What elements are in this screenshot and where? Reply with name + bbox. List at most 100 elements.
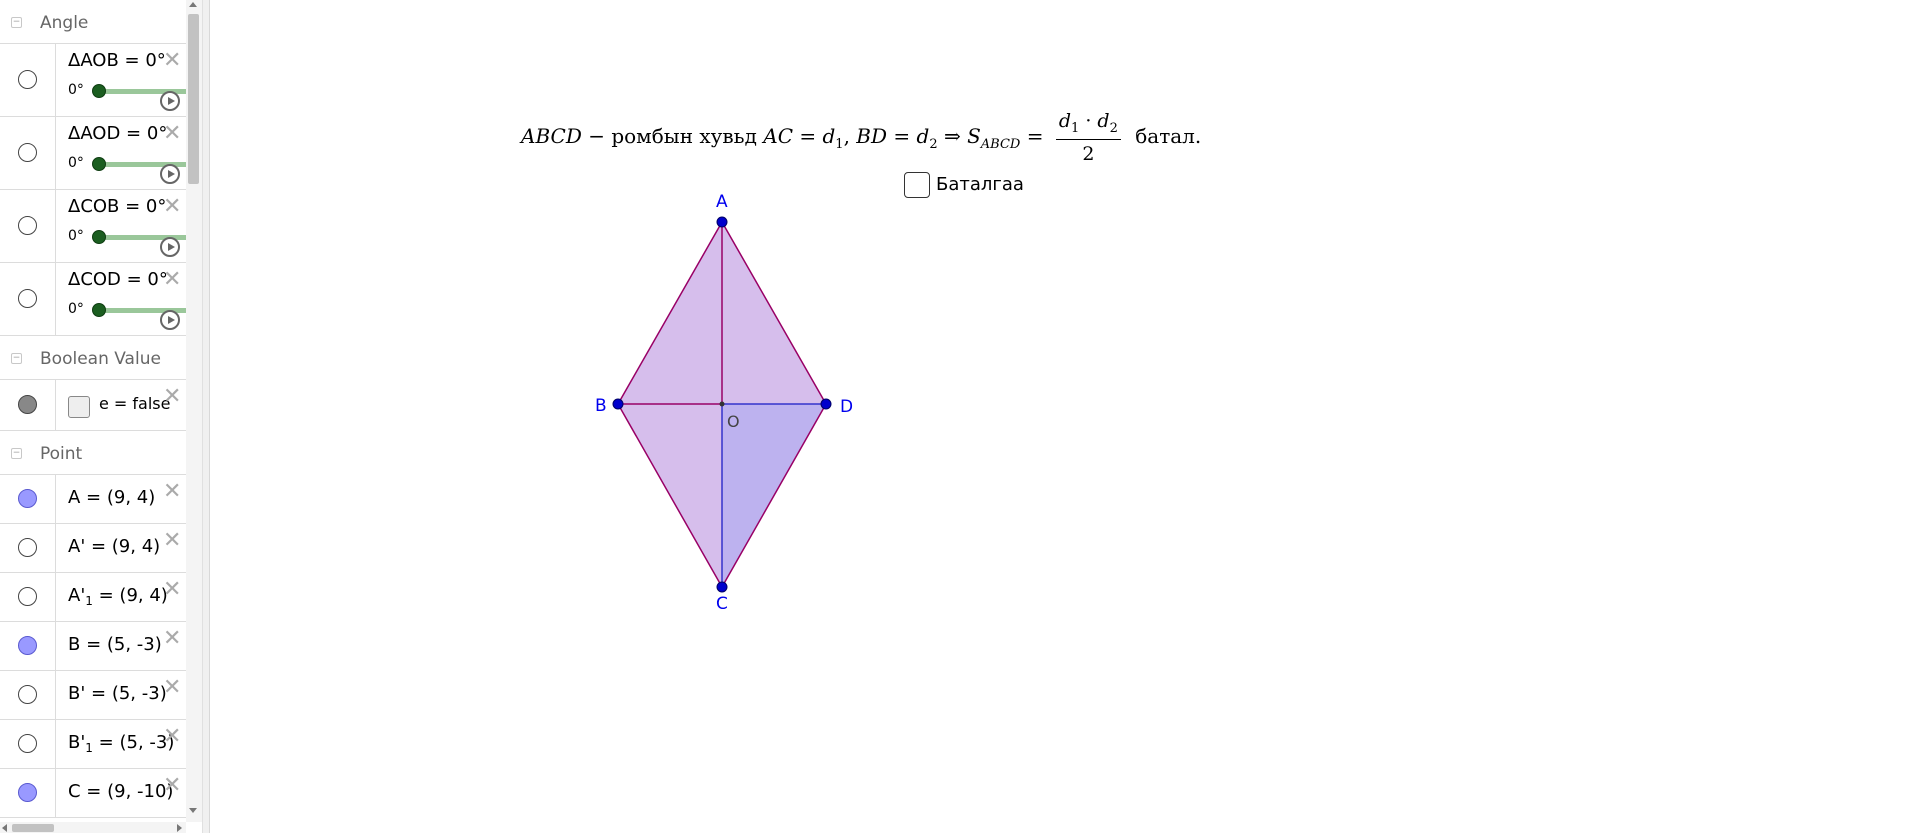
category-label: Boolean Value: [40, 349, 161, 369]
point-b-label: B: [595, 396, 607, 416]
point-d[interactable]: [820, 398, 832, 410]
visibility-toggle-icon[interactable]: [18, 636, 37, 655]
boolean-checkbox[interactable]: [68, 396, 90, 418]
visibility-toggle-icon[interactable]: [18, 395, 37, 414]
delete-icon[interactable]: ✕: [163, 530, 181, 552]
visibility-toggle-icon[interactable]: [18, 587, 37, 606]
algebra-item-point-b[interactable]: B = (5, -3) ✕: [0, 622, 186, 671]
slider-value: 0°: [68, 155, 84, 171]
slider-handle[interactable]: [92, 157, 106, 171]
visibility-toggle-icon[interactable]: [18, 783, 37, 802]
visibility-toggle-icon[interactable]: [18, 70, 37, 89]
point-c-label: C: [716, 594, 728, 614]
play-animation-icon[interactable]: [160, 91, 180, 111]
delete-icon[interactable]: ✕: [163, 269, 181, 291]
play-animation-icon[interactable]: [160, 237, 180, 257]
point-o-label: O: [727, 412, 740, 431]
point-b[interactable]: [612, 398, 624, 410]
delete-icon[interactable]: ✕: [163, 579, 181, 601]
marble-cell: [0, 380, 56, 430]
collapse-icon[interactable]: −: [11, 353, 22, 364]
delete-icon[interactable]: ✕: [163, 775, 181, 797]
delete-icon[interactable]: ✕: [163, 50, 181, 72]
scrollbar-thumb[interactable]: [12, 824, 54, 832]
collapse-icon[interactable]: −: [11, 448, 22, 459]
vertical-scrollbar[interactable]: [186, 0, 202, 822]
algebra-item-angle-cod[interactable]: ΔCOD = 0° ✕ 0°: [0, 263, 186, 336]
point-a[interactable]: [716, 216, 728, 228]
point-o[interactable]: [719, 401, 725, 407]
slider-value: 0°: [68, 228, 84, 244]
algebra-item-point-a-prime-1[interactable]: A'1 = (9, 4) ✕: [0, 573, 186, 622]
category-point[interactable]: − Point: [0, 431, 186, 475]
visibility-toggle-icon[interactable]: [18, 216, 37, 235]
algebra-item-point-a[interactable]: A = (9, 4) ✕: [0, 475, 186, 524]
horizontal-scrollbar[interactable]: [0, 822, 186, 833]
item-definition[interactable]: ΔAOB = 0°: [68, 50, 166, 71]
point-name: B': [68, 732, 86, 753]
visibility-toggle-icon[interactable]: [18, 289, 37, 308]
item-definition[interactable]: A' = (9, 4): [68, 536, 160, 557]
delete-icon[interactable]: ✕: [163, 677, 181, 699]
algebra-item-angle-aod[interactable]: ΔAOD = 0° ✕ 0°: [0, 117, 186, 190]
marble-cell: [0, 769, 56, 817]
category-angle[interactable]: − Angle: [0, 0, 186, 44]
algebra-item-point-b-prime[interactable]: B' = (5, -3) ✕: [0, 671, 186, 720]
category-label: Point: [40, 444, 83, 464]
collapse-icon[interactable]: −: [11, 17, 22, 28]
delete-icon[interactable]: ✕: [163, 123, 181, 145]
item-definition[interactable]: A'1 = (9, 4): [68, 585, 168, 608]
slider-value: 0°: [68, 82, 84, 98]
geogebra-app: − Angle ΔAOB = 0° ✕ 0° ΔAOD = 0° ✕ 0° ΔC…: [0, 0, 1906, 833]
play-animation-icon[interactable]: [160, 310, 180, 330]
category-boolean[interactable]: − Boolean Value: [0, 336, 186, 380]
visibility-toggle-icon[interactable]: [18, 143, 37, 162]
scroll-down-icon[interactable]: [189, 808, 197, 813]
delete-icon[interactable]: ✕: [163, 481, 181, 503]
algebra-item-point-b-prime-1[interactable]: B'1 = (5, -3) ✕: [0, 720, 186, 769]
item-definition[interactable]: B'1 = (5, -3): [68, 732, 174, 755]
delete-icon[interactable]: ✕: [163, 386, 181, 408]
play-animation-icon[interactable]: [160, 164, 180, 184]
point-c[interactable]: [716, 581, 728, 593]
slider-handle[interactable]: [92, 84, 106, 98]
scroll-up-icon[interactable]: [189, 2, 197, 7]
item-definition[interactable]: B' = (5, -3): [68, 683, 167, 704]
algebra-item-boolean-e[interactable]: e = false ✕: [0, 380, 186, 431]
slider-handle[interactable]: [92, 230, 106, 244]
view-divider[interactable]: [202, 0, 210, 833]
marble-cell: [0, 573, 56, 621]
item-definition[interactable]: B = (5, -3): [68, 634, 162, 655]
item-definition[interactable]: C = (9, -10): [68, 781, 173, 802]
point-value: = (9, 4): [92, 585, 168, 606]
algebra-list: − Angle ΔAOB = 0° ✕ 0° ΔAOD = 0° ✕ 0° ΔC…: [0, 0, 186, 822]
delete-icon[interactable]: ✕: [163, 196, 181, 218]
scrollbar-thumb[interactable]: [188, 14, 199, 184]
item-definition[interactable]: ΔCOB = 0°: [68, 196, 166, 217]
point-subscript: 1: [85, 741, 93, 755]
algebra-item-angle-aob[interactable]: ΔAOB = 0° ✕ 0°: [0, 44, 186, 117]
marble-cell: [0, 190, 56, 262]
item-definition[interactable]: ΔCOD = 0°: [68, 269, 168, 290]
algebra-item-angle-cob[interactable]: ΔCOB = 0° ✕ 0°: [0, 190, 186, 263]
marble-cell: [0, 671, 56, 719]
point-d-label: D: [840, 397, 853, 417]
visibility-toggle-icon[interactable]: [18, 685, 37, 704]
item-definition[interactable]: A = (9, 4): [68, 487, 155, 508]
scroll-left-icon[interactable]: [2, 824, 7, 832]
item-definition[interactable]: e = false: [99, 394, 170, 413]
marble-cell: [0, 44, 56, 116]
visibility-toggle-icon[interactable]: [18, 538, 37, 557]
slider-handle[interactable]: [92, 303, 106, 317]
slider-value: 0°: [68, 301, 84, 317]
algebra-item-point-a-prime[interactable]: A' = (9, 4) ✕: [0, 524, 186, 573]
graphics-view[interactable]: ABCD − ромбын хувьд AC = d1, BD = d2 ⇒ S…: [210, 0, 1906, 833]
algebra-item-point-c[interactable]: C = (9, -10) ✕: [0, 769, 186, 818]
delete-icon[interactable]: ✕: [163, 628, 181, 650]
visibility-toggle-icon[interactable]: [18, 734, 37, 753]
marble-cell: [0, 524, 56, 572]
item-definition[interactable]: ΔAOD = 0°: [68, 123, 167, 144]
delete-icon[interactable]: ✕: [163, 726, 181, 748]
visibility-toggle-icon[interactable]: [18, 489, 37, 508]
scroll-right-icon[interactable]: [177, 824, 182, 832]
